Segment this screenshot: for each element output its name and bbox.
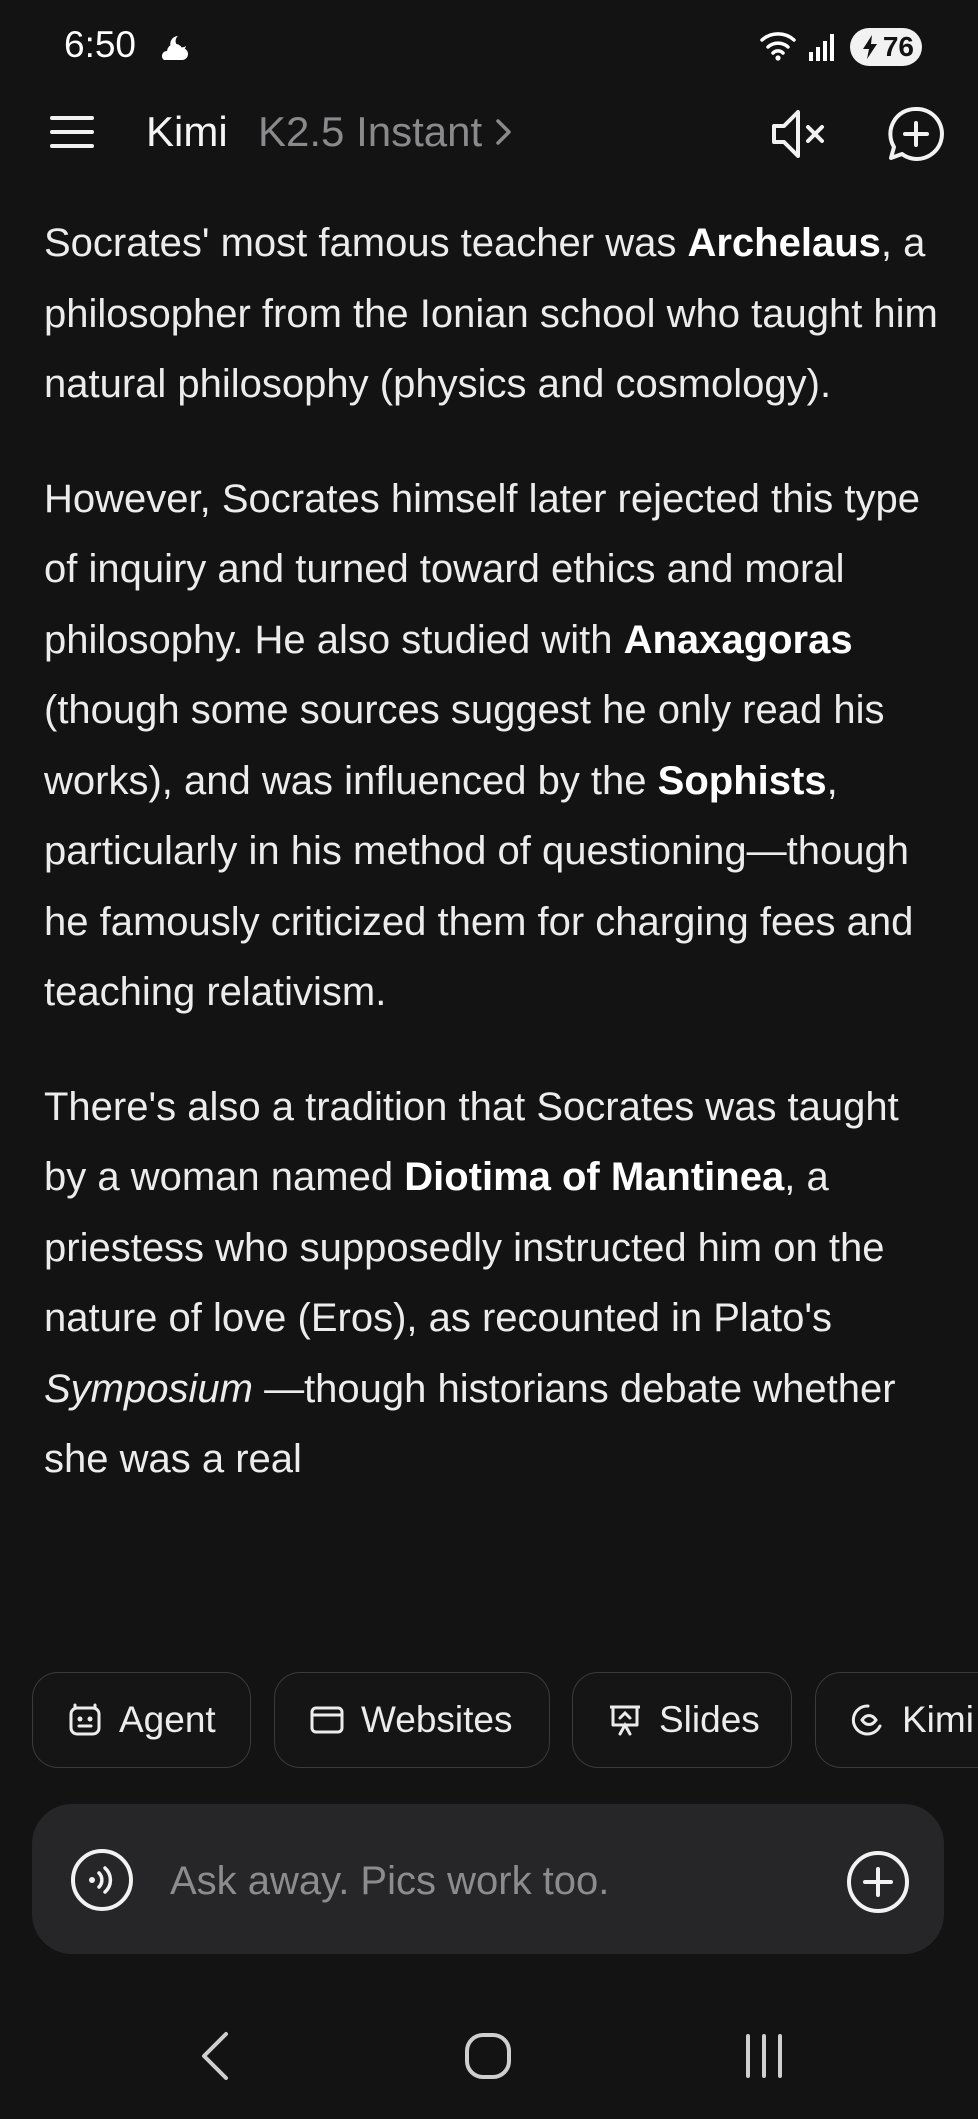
status-time: 6:50	[64, 24, 137, 65]
model-selector[interactable]: K2.5 Instant	[258, 108, 514, 156]
status-bar: 6:50 76	[0, 0, 978, 96]
assistant-message: Socrates' most famous teacher was Archel…	[44, 208, 944, 1539]
chip-label: Websites	[361, 1699, 513, 1740]
message-bold: Sophists	[657, 758, 827, 803]
presentation-icon	[610, 1705, 640, 1736]
voice-icon[interactable]	[70, 1848, 134, 1912]
back-icon[interactable]	[196, 2030, 236, 2082]
chip-slides[interactable]: Slides	[572, 1672, 792, 1768]
chip-websites[interactable]: Websites	[274, 1672, 550, 1768]
chevron-right-icon	[496, 119, 511, 145]
chip-label: Slides	[659, 1699, 760, 1740]
message-text: Socrates' most famous teacher was	[44, 221, 688, 265]
model-name: K2.5 Instant	[258, 108, 483, 155]
message-paragraph: However, Socrates himself later rejected…	[44, 464, 944, 1028]
kimi-icon	[851, 1704, 882, 1736]
message-bold: Archelaus	[687, 221, 881, 265]
message-bold: Anaxagoras	[623, 617, 853, 662]
menu-icon[interactable]	[48, 112, 96, 152]
message-paragraph: Socrates' most famous teacher was Archel…	[44, 208, 944, 420]
battery-indicator: 76	[850, 28, 922, 66]
chip-kimi[interactable]: Kimi	[815, 1672, 978, 1768]
app-title: Kimi	[146, 108, 228, 155]
agent-icon	[69, 1703, 101, 1736]
signal-icon	[809, 34, 834, 61]
chip-agent[interactable]: Agent	[32, 1672, 251, 1768]
new-chat-icon[interactable]	[886, 104, 946, 164]
message-paragraph: There's also a tradition that Socrates w…	[44, 1072, 944, 1495]
recents-icon[interactable]	[740, 2032, 788, 2080]
chip-label: Agent	[119, 1699, 216, 1740]
battery-level: 76	[882, 31, 914, 62]
quick-actions: Agent Websites Slides Kimi	[32, 1672, 978, 1770]
home-icon[interactable]	[464, 2032, 512, 2080]
cloud-moon-icon	[162, 36, 188, 60]
message-composer	[32, 1804, 944, 1954]
wifi-icon	[760, 32, 796, 61]
plus-circle-icon[interactable]	[846, 1850, 910, 1914]
message-bold: Diotima of Mantinea	[404, 1155, 785, 1199]
volume-mute-icon[interactable]	[768, 106, 828, 162]
chip-label: Kimi	[902, 1699, 974, 1740]
browser-window-icon	[310, 1706, 344, 1734]
message-italic: Symposium	[44, 1366, 253, 1411]
charging-icon	[863, 35, 877, 59]
message-input[interactable]	[168, 1854, 812, 1908]
